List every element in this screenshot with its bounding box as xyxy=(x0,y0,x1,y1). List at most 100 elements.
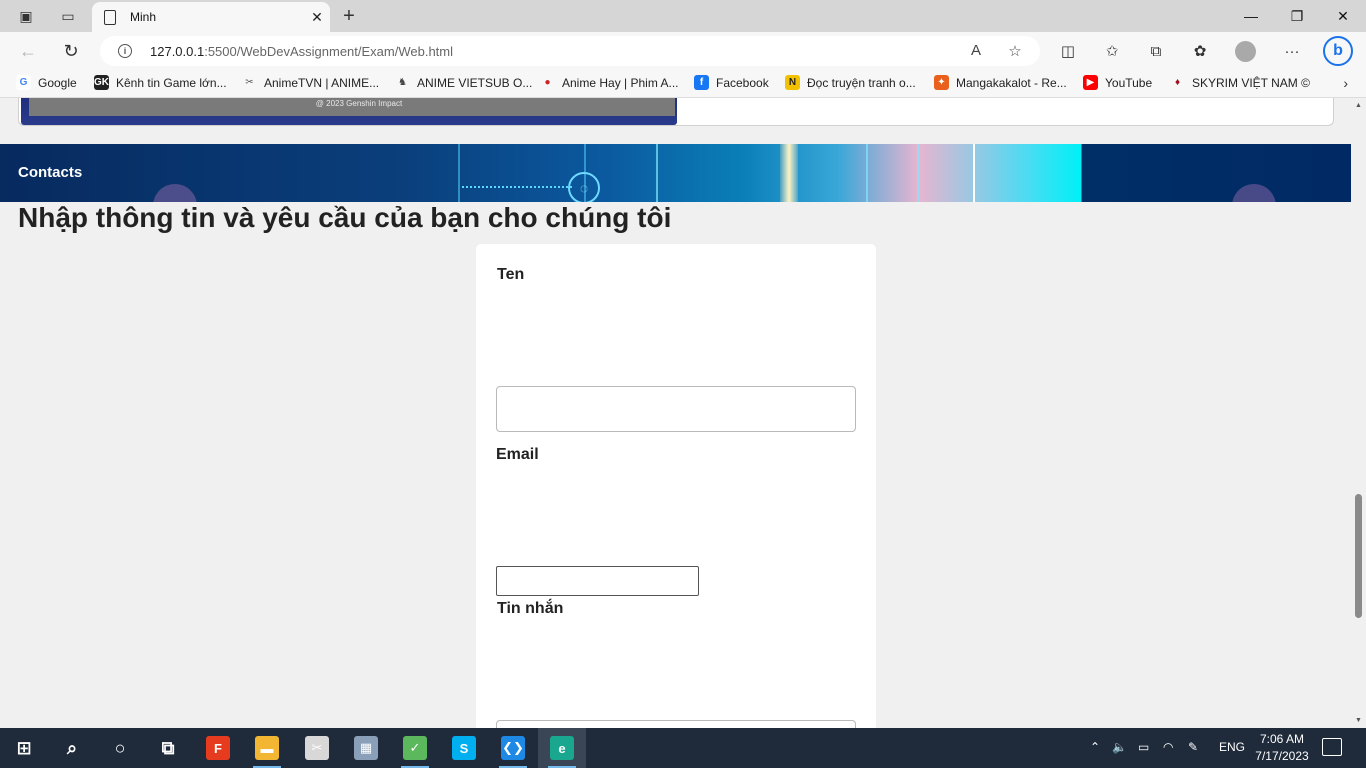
photos-icon: ▦ xyxy=(354,736,378,760)
file-explorer-icon: ▬ xyxy=(255,736,279,760)
email-input[interactable] xyxy=(496,566,699,596)
taskbar-skype-button[interactable]: S xyxy=(440,728,488,768)
bookmark-item[interactable]: ✦ Mangakakalot - Re... xyxy=(934,75,1067,90)
taskbar-edge-button[interactable]: e xyxy=(538,728,586,768)
volume-icon[interactable]: 🔈 xyxy=(1112,740,1127,754)
page-viewport: @ 2023 Genshin Impact ◌ Contacts Nhập th… xyxy=(0,98,1351,728)
contacts-banner: ◌ Contacts xyxy=(0,144,1351,202)
bookmark-label: SKYRIM VIỆT NAM © xyxy=(1192,75,1310,90)
bookmark-label: Kênh tin Game lớn... xyxy=(116,75,227,90)
performance-icon[interactable]: ✿ xyxy=(1190,41,1210,61)
name-label: Ten xyxy=(497,266,525,283)
taskbar-search-button[interactable]: ⌕ xyxy=(48,728,96,768)
image-copyright: @ 2023 Genshin Impact xyxy=(315,99,403,108)
contacts-title: Contacts xyxy=(18,164,83,181)
battery-icon[interactable]: ▭ xyxy=(1138,740,1149,754)
pen-icon[interactable]: ✎ xyxy=(1188,740,1198,754)
read-aloud-icon[interactable]: A xyxy=(966,42,986,59)
taskbar-file-explorer-button[interactable]: ▬ xyxy=(243,728,291,768)
scrollbar-thumb[interactable] xyxy=(1355,494,1362,618)
close-tab-icon[interactable]: ✕ xyxy=(304,9,330,26)
taskbar-vscode-button[interactable]: ❮❯ xyxy=(489,728,537,768)
banner-line xyxy=(973,144,975,202)
refresh-button[interactable]: ↻ xyxy=(60,40,82,62)
site-info-icon[interactable]: i xyxy=(118,44,132,58)
scroll-up-icon[interactable]: ▲ xyxy=(1355,102,1362,109)
contact-form: Ten Email Tin nhắn xyxy=(476,244,876,728)
tab-title: Minh xyxy=(130,10,157,24)
tab-actions-icon[interactable]: ▭ xyxy=(58,6,78,26)
bing-chat-icon[interactable]: b xyxy=(1323,36,1353,66)
minimize-button[interactable]: — xyxy=(1228,4,1274,28)
bookmark-label: Facebook xyxy=(716,75,769,90)
favorite-star-icon[interactable]: ☆ xyxy=(1005,42,1025,60)
edge-icon: e xyxy=(550,736,574,760)
bookmark-item[interactable]: f Facebook xyxy=(694,75,769,90)
taskbar-coc-coc-button[interactable]: ✓ xyxy=(391,728,439,768)
show-hidden-icons[interactable]: ⌃ xyxy=(1090,740,1100,754)
bookmark-label: Mangakakalot - Re... xyxy=(956,75,1067,90)
restore-button[interactable]: ❐ xyxy=(1274,4,1320,28)
bookmark-label: ANIME VIETSUB O... xyxy=(417,75,533,90)
taskbar-cortana-button[interactable]: ○ xyxy=(96,728,144,768)
bookmark-item[interactable]: ▶ YouTube xyxy=(1083,75,1152,90)
url-text[interactable]: 127.0.0.1:5500/WebDevAssignment/Exam/Web… xyxy=(150,44,453,59)
taskbar-task-view-button[interactable]: ⧉ xyxy=(144,728,192,768)
address-bar[interactable]: i 127.0.0.1:5500/WebDevAssignment/Exam/W… xyxy=(100,36,1040,66)
bookmark-item[interactable]: ♞ ANIME VIETSUB O... xyxy=(395,75,532,90)
split-screen-icon[interactable]: ◫ xyxy=(1058,41,1078,61)
bookmark-favicon-icon: f xyxy=(694,75,709,90)
url-host: 127.0.0.1 xyxy=(150,43,205,59)
bookmark-favicon-icon: ▶ xyxy=(1083,75,1098,90)
coc-coc-icon: ✓ xyxy=(403,736,427,760)
profile-avatar[interactable] xyxy=(1235,41,1256,62)
banner-line xyxy=(866,144,868,202)
bookmark-favicon-icon: N xyxy=(785,75,800,90)
gallery-card: @ 2023 Genshin Impact xyxy=(18,98,1334,126)
browser-tab[interactable]: Minh ✕ xyxy=(92,2,330,32)
workspaces-icon[interactable]: ▣ xyxy=(16,6,36,26)
clock-date: 7/17/2023 xyxy=(1255,749,1309,763)
taskbar-start-button[interactable]: ⊞ xyxy=(0,728,48,768)
bookmark-item[interactable]: ● Anime Hay | Phim A... xyxy=(540,75,679,90)
bookmark-label: Google xyxy=(38,75,77,90)
favorites-icon[interactable]: ✩ xyxy=(1102,41,1122,61)
bookmark-favicon-icon: GK xyxy=(94,75,109,90)
wifi-icon[interactable]: ◠ xyxy=(1163,740,1173,754)
message-input[interactable] xyxy=(496,720,856,728)
task-view-icon: ⧉ xyxy=(161,737,175,758)
bookmark-label: AnimeTVN | ANIME... xyxy=(264,75,380,90)
bookmarks-more-icon[interactable]: › xyxy=(1343,75,1348,91)
banner-glow xyxy=(780,144,798,202)
taskbar-snipping-button[interactable]: ✂ xyxy=(293,728,341,768)
bookmark-item[interactable]: ♦ SKYRIM VIỆT NAM © xyxy=(1170,75,1310,90)
bookmark-label: Anime Hay | Phim A... xyxy=(562,75,679,90)
bookmark-label: YouTube xyxy=(1105,75,1153,90)
new-tab-button[interactable]: + xyxy=(338,5,360,27)
bookmark-item[interactable]: N Đọc truyện tranh o... xyxy=(785,75,916,90)
search-icon: ⌕ xyxy=(66,737,78,758)
bookmark-favicon-icon: ✂ xyxy=(242,75,257,90)
taskbar-photos-button[interactable]: ▦ xyxy=(342,728,390,768)
banner-line xyxy=(917,144,919,202)
bookmark-item[interactable]: GK Kênh tin Game lớn... xyxy=(94,75,227,90)
bookmark-favicon-icon: ● xyxy=(540,75,555,90)
email-label: Email xyxy=(496,446,539,463)
snipping-icon: ✂ xyxy=(305,736,329,760)
close-window-button[interactable]: ✕ xyxy=(1320,4,1366,28)
chat-bubble-icon: ◌ xyxy=(568,172,600,202)
more-menu-icon[interactable]: ··· xyxy=(1282,41,1302,61)
bookmark-item[interactable]: ✂ AnimeTVN | ANIME... xyxy=(242,75,379,90)
language-indicator[interactable]: ENG xyxy=(1219,740,1245,754)
url-path: :5500/WebDevAssignment/Exam/Web.html xyxy=(204,43,454,59)
scroll-down-icon[interactable]: ▼ xyxy=(1355,717,1362,724)
notification-icon[interactable] xyxy=(1322,738,1342,756)
taskbar: ⌃ 🔈 ▭ ◠ ✎ ENG 7:06 AM 7/17/2023 ⊞ ⌕ ○ ⧉ F ▬ ✂ ▦… xyxy=(0,728,1366,768)
back-button[interactable]: ← xyxy=(17,40,39,62)
bookmark-item[interactable]: G Google xyxy=(16,75,77,90)
clock[interactable]: 7:06 AM 7/17/2023 xyxy=(1252,731,1312,765)
page-scrollbar[interactable]: ▲ ▼ xyxy=(1351,98,1366,728)
collections-icon[interactable]: ⧉ xyxy=(1146,41,1166,61)
name-input[interactable] xyxy=(496,386,856,432)
taskbar-foxit-button[interactable]: F xyxy=(194,728,242,768)
